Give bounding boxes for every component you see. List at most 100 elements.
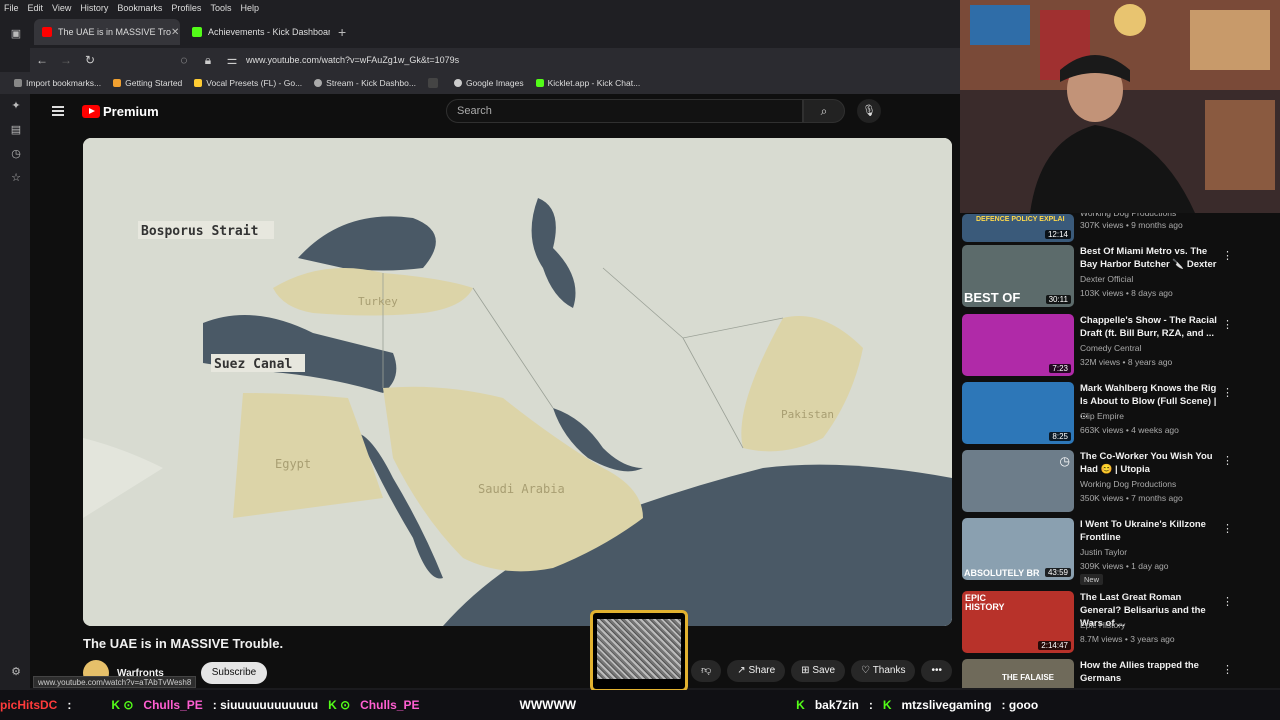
menu-edit[interactable]: Edit <box>28 3 44 13</box>
share-icon: ↗ <box>737 665 749 676</box>
rec-thumbnail[interactable]: ◷ <box>962 450 1074 512</box>
shield-icon[interactable]: ◌ <box>172 53 196 67</box>
menu-file[interactable]: File <box>4 3 19 13</box>
forward-icon[interactable]: → <box>54 53 78 67</box>
menu-history[interactable]: History <box>80 3 108 13</box>
menu-help[interactable]: Help <box>240 3 259 13</box>
rec-thumbnail[interactable]: EPIC HISTORY 2:14:47 <box>962 591 1074 653</box>
microphone-icon[interactable]: 🎙︎ <box>857 99 881 123</box>
rec-title[interactable]: Best Of Miami Metro vs. The Bay Harbor B… <box>1080 245 1222 271</box>
more-actions-button[interactable]: ••• <box>921 660 952 682</box>
duration-badge: 8:25 <box>1049 432 1071 441</box>
rec-thumbnail[interactable]: 7:23 <box>962 314 1074 376</box>
chat-text: : <box>67 698 72 712</box>
more-options-icon[interactable]: ⋮ <box>1222 386 1233 399</box>
close-tab-icon[interactable]: ✕ <box>171 27 179 38</box>
rec-channel[interactable]: Working Dog Productions <box>1080 479 1176 489</box>
youtube-favicon-icon <box>42 27 52 37</box>
search-input[interactable]: Search <box>446 99 803 123</box>
menu-tools[interactable]: Tools <box>210 3 231 13</box>
dislike-button[interactable]: 👎︎ <box>691 660 722 682</box>
rec-item[interactable]: 8:25 Mark Wahlberg Knows the Rig Is Abou… <box>962 382 1280 444</box>
rec-meta: 350K views • 7 months ago <box>1080 493 1183 503</box>
rec-title[interactable]: The Co-Worker You Wish You Had 😊 | Utopi… <box>1080 450 1222 476</box>
map-frame: Bosporus Strait Suez Canal Turkey Egypt … <box>83 138 952 626</box>
label-pakistan: Pakistan <box>781 408 834 421</box>
watch-later-icon[interactable]: ◷ <box>1060 454 1070 468</box>
tab-youtube[interactable]: The UAE is in MASSIVE Tro ✕ <box>34 19 180 45</box>
rec-channel[interactable]: Justin Taylor <box>1080 547 1127 557</box>
rec-item[interactable]: 7:23 Chappelle's Show - The Racial Draft… <box>962 314 1280 376</box>
rec-thumbnail[interactable]: DEFENCE POLICY EXPLAI 12:14 <box>962 214 1074 242</box>
more-options-icon[interactable]: ⋮ <box>1222 595 1233 608</box>
reader-icon[interactable]: ▤ <box>10 124 22 136</box>
bookmark-kick-stream[interactable]: Stream - Kick Dashbo... <box>314 78 416 88</box>
site-settings-icon[interactable]: ⚌ <box>220 53 244 67</box>
thumb-text: DEFENCE POLICY EXPLAI <box>976 216 1065 223</box>
subscribe-button[interactable]: Subscribe <box>201 662 267 684</box>
new-tab-icon[interactable]: + <box>338 24 346 40</box>
save-button[interactable]: ⊞ Save <box>791 660 846 682</box>
thumb-text: BEST OF <box>964 290 1021 305</box>
thanks-button[interactable]: ♡ Thanks <box>851 660 916 682</box>
tab-kick-dashboard[interactable]: Achievements - Kick Dashboard ✕ <box>184 19 330 45</box>
rec-thumbnail[interactable]: 8:25 <box>962 382 1074 444</box>
rec-channel[interactable]: Comedy Central <box>1080 343 1141 353</box>
menu-profiles[interactable]: Profiles <box>171 3 201 13</box>
history-icon[interactable]: ◷ <box>10 148 22 160</box>
address-bar[interactable]: www.youtube.com/watch?v=wFAuZg1w_Gk&t=10… <box>246 55 459 65</box>
rec-item[interactable]: BEST OF 30:11 Best Of Miami Metro vs. Th… <box>962 245 1280 307</box>
rec-thumbnail[interactable]: ABSOLUTELY BR 43:59 <box>962 518 1074 580</box>
rec-channel[interactable]: Dexter Official <box>1080 274 1133 284</box>
lock-icon[interactable]: 🔒︎ <box>196 53 220 68</box>
rec-thumbnail[interactable]: BEST OF 30:11 <box>962 245 1074 307</box>
rec-title[interactable]: How the Allies trapped the Germans <box>1080 659 1222 685</box>
bookmark-import[interactable]: Import bookmarks... <box>14 78 101 88</box>
chat-user: picHitsDC <box>0 698 58 712</box>
bookmark-kicklet[interactable]: Kicklet.app - Kick Chat... <box>535 78 640 88</box>
link-status-url: www.youtube.com/watch?v=aTAbTvWesh8 <box>33 676 197 688</box>
more-options-icon[interactable]: ⋮ <box>1222 318 1233 331</box>
more-options-icon[interactable]: ⋮ <box>1222 249 1233 262</box>
duration-badge: 7:23 <box>1049 364 1071 373</box>
video-actions: 👎︎ ↗ Share ⊞ Save ♡ Thanks ••• <box>685 660 952 682</box>
save-icon: ⊞ <box>801 665 813 676</box>
menu-hamburger-icon[interactable] <box>52 106 64 116</box>
more-options-icon[interactable]: ⋮ <box>1222 522 1233 535</box>
rec-item[interactable]: ABSOLUTELY BR 43:59 I Went To Ukraine's … <box>962 518 1280 585</box>
thumb-text: EPIC HISTORY <box>965 593 1005 612</box>
more-options-icon[interactable]: ⋮ <box>1222 663 1233 676</box>
rec-title[interactable]: Chappelle's Show - The Racial Draft (ft.… <box>1080 314 1222 340</box>
youtube-play-icon <box>82 105 100 118</box>
ai-sparkle-icon[interactable]: ✦ <box>10 100 22 112</box>
back-icon[interactable]: ← <box>30 53 54 67</box>
chat-text: : gooo <box>1001 698 1039 712</box>
chat-user: mtzslivegaming <box>901 698 992 712</box>
rec-meta: 103K views • 8 days ago <box>1080 288 1173 298</box>
tabs-icon[interactable]: ▣ <box>10 28 22 40</box>
rec-channel[interactable]: Epic History <box>1080 620 1125 630</box>
bookmark-star-icon[interactable]: ☆ <box>10 172 22 184</box>
label-suez-canal: Suez Canal <box>214 357 292 372</box>
bookmark-google-images[interactable]: Google Images <box>453 78 524 88</box>
menu-bookmarks[interactable]: Bookmarks <box>117 3 162 13</box>
settings-gear-icon[interactable]: ⚙ <box>10 666 22 678</box>
reload-icon[interactable]: ↻ <box>78 53 102 67</box>
rec-item[interactable]: ◷ The Co-Worker You Wish You Had 😊 | Uto… <box>962 450 1280 512</box>
menu-view[interactable]: View <box>52 3 71 13</box>
webcam-overlay <box>960 0 1280 213</box>
video-player[interactable]: Bosporus Strait Suez Canal Turkey Egypt … <box>83 138 952 626</box>
rec-thumbnail[interactable]: THE FALAISE <box>962 659 1074 688</box>
duration-badge: 30:11 <box>1045 295 1071 304</box>
more-options-icon[interactable]: ⋮ <box>1222 454 1233 467</box>
rec-item[interactable]: EPIC HISTORY 2:14:47 The Last Great Roma… <box>962 591 1280 653</box>
bookmark-s-icon[interactable] <box>427 78 442 88</box>
youtube-logo[interactable]: Premium <box>82 104 159 119</box>
bookmark-vocal-presets[interactable]: Vocal Presets (FL) - Go... <box>194 78 302 88</box>
rec-title[interactable]: I Went To Ukraine's Killzone Frontline <box>1080 518 1222 544</box>
search-icon[interactable]: ⌕ <box>803 99 845 123</box>
share-button[interactable]: ↗ Share <box>727 660 786 682</box>
bookmark-getting-started[interactable]: Getting Started <box>113 78 182 88</box>
rec-channel[interactable]: Clip Empire <box>1080 411 1124 421</box>
rec-item[interactable]: THE FALAISE How the Allies trapped the G… <box>962 659 1280 688</box>
